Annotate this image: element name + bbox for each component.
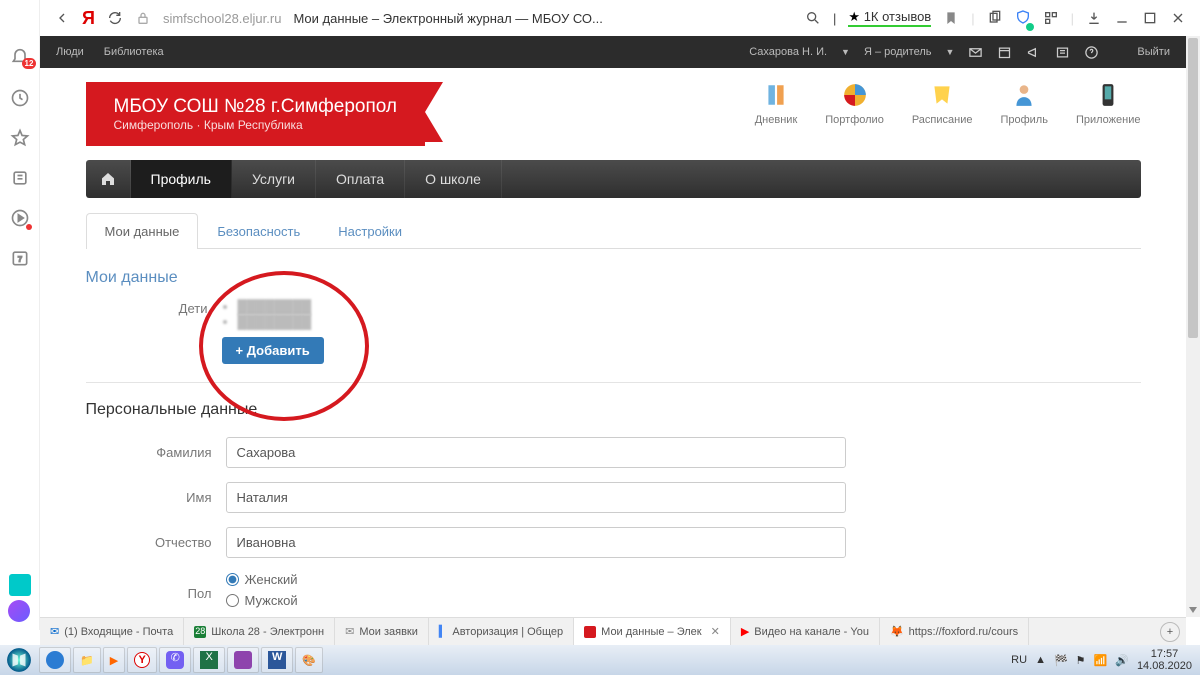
volume-icon[interactable]: 🔊 <box>1115 654 1129 667</box>
btab[interactable]: 28Школа 28 - Электронн <box>184 618 335 645</box>
children-label: Дети <box>86 299 222 316</box>
top-strip: Люди Библиотека Сахарова Н. И.▼ Я – роди… <box>40 36 1186 68</box>
lock-icon <box>135 10 151 26</box>
school-name: МБОУ СОШ №28 г.Симферопол <box>114 96 398 118</box>
scrollbar[interactable] <box>1186 36 1200 617</box>
task-item[interactable] <box>39 647 71 673</box>
news-icon[interactable] <box>1055 45 1070 60</box>
system-tray[interactable]: RU ▲ 🏁 ⚑ 📶 🔊 17:5714.08.2020 <box>1003 648 1200 672</box>
btab[interactable]: ▍Авторизация | Общер <box>429 618 574 645</box>
firstname-field[interactable] <box>226 482 846 513</box>
subtab-security[interactable]: Безопасность <box>198 213 319 249</box>
close-icon[interactable] <box>1170 10 1186 26</box>
nav-profile[interactable]: Профиль <box>1000 82 1048 126</box>
nav-app[interactable]: Приложение <box>1076 82 1141 126</box>
section-mydata: Мои данные <box>86 269 1141 287</box>
middlename-field[interactable] <box>226 527 846 558</box>
clock-icon[interactable] <box>10 88 30 108</box>
address-host[interactable]: simfschool28.eljur.ru <box>163 11 282 26</box>
tray-icon[interactable]: ⚑ <box>1076 654 1086 667</box>
btab-active[interactable]: Мои данные – Элек✕ <box>574 618 731 645</box>
maximize-icon[interactable] <box>1142 10 1158 26</box>
tray-chevron-icon[interactable]: ▲ <box>1035 654 1046 666</box>
task-item[interactable]: 📁 <box>73 647 101 673</box>
sub-tabs: Мои данные Безопасность Настройки <box>86 212 1141 249</box>
tab-services[interactable]: Услуги <box>232 160 316 198</box>
flag-icon[interactable]: 🏁 <box>1054 654 1068 667</box>
browser-toolbar: Я simfschool28.eljur.ru Мои данные – Эле… <box>40 0 1200 36</box>
mail-icon[interactable] <box>968 45 983 60</box>
role[interactable]: Я – родитель <box>864 46 932 58</box>
user-name[interactable]: Сахарова Н. И. <box>749 46 827 58</box>
task-item[interactable]: ✆ <box>159 647 191 673</box>
taskbar: 📁 ▶ Y ✆ X W 🎨 RU ▲ 🏁 ⚑ 📶 🔊 17:5714.08.20… <box>0 645 1200 675</box>
yandex-icon[interactable]: Я <box>82 8 95 29</box>
task-item[interactable] <box>227 647 259 673</box>
bell-icon[interactable]: 12 <box>10 48 30 68</box>
nav-schedule[interactable]: Расписание <box>912 82 973 126</box>
bookmark-icon[interactable] <box>943 10 959 26</box>
home-icon[interactable] <box>86 160 131 198</box>
subtab-mydata[interactable]: Мои данные <box>86 213 199 249</box>
play-icon[interactable] <box>10 208 30 228</box>
svg-text:7: 7 <box>17 254 21 263</box>
notif-badge: 12 <box>22 58 37 69</box>
nav-diary[interactable]: Дневник <box>755 82 798 126</box>
network-icon[interactable]: 📶 <box>1094 654 1108 667</box>
shield-icon[interactable] <box>1015 9 1031 28</box>
help-icon[interactable] <box>1084 45 1099 60</box>
sex-female[interactable]: Женский <box>226 572 846 587</box>
reload-icon[interactable] <box>107 10 123 26</box>
tab-about[interactable]: О школе <box>405 160 502 198</box>
tab-payment[interactable]: Оплата <box>316 160 405 198</box>
page-title: Мои данные – Электронный журнал — МБОУ С… <box>293 11 602 26</box>
task-item[interactable]: 🎨 <box>295 647 323 673</box>
back-icon[interactable] <box>54 10 70 26</box>
star-icon[interactable] <box>10 128 30 148</box>
calendar-icon[interactable]: 7 <box>10 248 30 268</box>
sex-male[interactable]: Мужской <box>226 593 846 608</box>
reviews-link[interactable]: 1К отзывов <box>848 9 931 27</box>
browser-tabs: ✉(1) Входящие - Почта 28Школа 28 - Элект… <box>40 617 1186 645</box>
clock[interactable]: 17:5714.08.2020 <box>1137 648 1192 672</box>
school-loc: Симферополь · Крым Республика <box>114 118 398 132</box>
start-button[interactable] <box>0 645 38 675</box>
task-item[interactable]: Y <box>127 647 157 673</box>
people-link[interactable]: Люди <box>56 46 84 58</box>
minimize-icon[interactable] <box>1114 10 1130 26</box>
task-item[interactable]: X <box>193 647 225 673</box>
announce-icon[interactable] <box>1026 45 1041 60</box>
page-viewport: Люди Библиотека Сахарова Н. И.▼ Я – роди… <box>40 36 1186 629</box>
cal-icon[interactable] <box>997 45 1012 60</box>
nav-portfolio[interactable]: Портфолио <box>825 82 884 126</box>
btab[interactable]: ✉(1) Входящие - Почта <box>40 618 184 645</box>
downloads-icon[interactable] <box>1086 10 1102 26</box>
search-icon[interactable] <box>805 10 821 26</box>
logout-link[interactable]: Выйти <box>1137 46 1170 58</box>
copy-icon[interactable] <box>987 10 1003 26</box>
btab[interactable]: 🦊https://foxford.ru/cours <box>880 618 1029 645</box>
teal-app-icon[interactable] <box>9 574 31 596</box>
browser-sidebar: 12 7 <box>0 0 40 630</box>
tab-profile[interactable]: Профиль <box>131 160 232 198</box>
child-item[interactable]: ████████ <box>238 314 842 329</box>
extensions-icon[interactable] <box>1043 10 1059 26</box>
task-item[interactable]: ▶ <box>103 647 125 673</box>
btab[interactable]: ▶Видео на канале - You <box>731 618 880 645</box>
section-personal: Персональные данные <box>86 401 1141 419</box>
library-link[interactable]: Библиотека <box>104 46 164 58</box>
lastname-field[interactable] <box>226 437 846 468</box>
divider <box>86 382 1141 383</box>
main-tabs: Профиль Услуги Оплата О школе <box>86 160 1141 198</box>
subtab-settings[interactable]: Настройки <box>319 213 421 249</box>
collections-icon[interactable] <box>10 168 30 188</box>
task-item[interactable]: W <box>261 647 293 673</box>
btab[interactable]: ✉Мои заявки <box>335 618 429 645</box>
new-tab-button[interactable]: + <box>1160 622 1180 642</box>
lang-indicator[interactable]: RU <box>1011 654 1027 666</box>
alice-icon[interactable] <box>8 600 30 622</box>
school-banner: МБОУ СОШ №28 г.Симферопол Симферополь · … <box>86 82 426 146</box>
child-item[interactable]: ████████ <box>238 299 842 314</box>
add-child-button[interactable]: + Добавить <box>222 337 324 364</box>
